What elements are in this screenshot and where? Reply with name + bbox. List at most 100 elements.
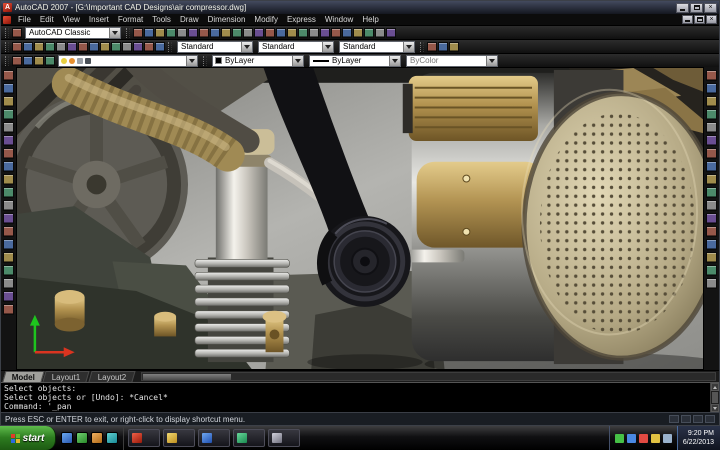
ellipse-icon[interactable] — [3, 187, 14, 198]
dimension-aligned-icon[interactable] — [23, 41, 33, 52]
make-block-icon[interactable] — [3, 226, 14, 237]
dimension-angular-icon[interactable] — [56, 41, 66, 52]
text-style-icon[interactable] — [427, 41, 437, 52]
command-window[interactable]: Select objects: Select objects or [Undo]:… — [1, 382, 719, 412]
taskbar-clock[interactable]: 9:20 PM 6/22/2013 — [676, 426, 720, 450]
make-object-layer-current-icon[interactable] — [34, 55, 44, 66]
color-dropdown-arrow[interactable] — [292, 55, 303, 66]
revision-cloud-icon[interactable] — [3, 161, 14, 172]
dimension-style-dropdown[interactable]: Standard — [258, 40, 334, 53]
point-icon[interactable] — [3, 239, 14, 250]
text-style-dropdown[interactable]: Standard — [177, 40, 253, 53]
extend-icon[interactable] — [706, 200, 717, 211]
status-toggle[interactable] — [669, 415, 679, 423]
dimension-text-edit-icon[interactable] — [144, 41, 154, 52]
command-scrollbar[interactable] — [710, 383, 719, 412]
tray-battery-icon[interactable] — [662, 433, 672, 443]
center-mark-icon[interactable] — [122, 41, 132, 52]
toolbar-grip[interactable] — [126, 27, 130, 38]
hatch-icon[interactable] — [3, 252, 14, 263]
table-icon[interactable] — [3, 291, 14, 302]
dimension-linear-icon[interactable] — [12, 41, 22, 52]
region-icon[interactable] — [3, 278, 14, 289]
taskbar-document-button[interactable] — [198, 429, 230, 447]
workspace-dropdown[interactable]: AutoCAD Classic — [25, 26, 121, 39]
toolbar-grip[interactable] — [5, 27, 9, 38]
tray-network-icon[interactable] — [626, 433, 636, 443]
arc-icon[interactable] — [3, 135, 14, 146]
menu-item[interactable]: View — [59, 15, 84, 24]
tolerance-icon[interactable] — [111, 41, 121, 52]
zoom-realtime-icon[interactable] — [287, 27, 297, 38]
dimension-edit-icon[interactable] — [133, 41, 143, 52]
linetype-dropdown-arrow[interactable] — [389, 55, 400, 66]
taskbar-messenger-button[interactable] — [233, 429, 265, 447]
color-dropdown[interactable]: ByLayer — [212, 54, 304, 67]
taskbar-explorer-button[interactable] — [268, 429, 300, 447]
scrollbar-thumb[interactable] — [143, 373, 232, 380]
status-toggle[interactable] — [693, 415, 703, 423]
cut-icon[interactable] — [199, 27, 209, 38]
toolbar-grip[interactable] — [168, 41, 172, 52]
drawing-viewport[interactable] — [16, 67, 704, 370]
quick-launch-explorer-icon[interactable] — [91, 432, 103, 444]
zoom-window-icon[interactable] — [298, 27, 308, 38]
layout-tab[interactable]: Model — [2, 371, 45, 382]
redo-icon[interactable] — [265, 27, 275, 38]
open-icon[interactable] — [144, 27, 154, 38]
copy-clip-icon[interactable] — [210, 27, 220, 38]
tray-antivirus-icon[interactable] — [614, 433, 624, 443]
insert-block-icon[interactable] — [3, 213, 14, 224]
menu-item[interactable]: File — [14, 15, 35, 24]
menu-item[interactable]: Insert — [85, 15, 113, 24]
layout-tab[interactable]: Layout1 — [42, 371, 91, 382]
tray-volume-icon[interactable] — [650, 433, 660, 443]
menu-item[interactable]: Tools — [148, 15, 175, 24]
ellipse-arc-icon[interactable] — [3, 200, 14, 211]
menu-item[interactable]: Help — [358, 15, 382, 24]
chamfer-icon[interactable] — [706, 252, 717, 263]
dimension-update-icon[interactable] — [155, 41, 165, 52]
tray-updates-icon[interactable] — [638, 433, 648, 443]
minimize-button[interactable] — [676, 2, 689, 13]
plot-icon[interactable] — [166, 27, 176, 38]
doc-restore-button[interactable] — [694, 15, 705, 24]
designcenter-icon[interactable] — [331, 27, 341, 38]
menu-item[interactable]: Format — [114, 15, 147, 24]
save-icon[interactable] — [155, 27, 165, 38]
menu-item[interactable]: Express — [283, 15, 320, 24]
start-button[interactable]: start — [0, 426, 56, 450]
join-icon[interactable] — [706, 239, 717, 250]
restore-button[interactable] — [690, 2, 703, 13]
scroll-up-button[interactable] — [711, 383, 719, 391]
publish-icon[interactable] — [188, 27, 198, 38]
dimension-diameter-icon[interactable] — [45, 41, 55, 52]
quick-launch-media-icon[interactable] — [106, 432, 118, 444]
undo-icon[interactable] — [254, 27, 264, 38]
plot-style-dropdown[interactable]: ByColor — [406, 54, 498, 67]
render-icon[interactable] — [438, 41, 448, 52]
dimension-style-dropdown-arrow[interactable] — [322, 41, 333, 52]
pan-realtime-icon[interactable] — [276, 27, 286, 38]
menu-item[interactable]: Modify — [250, 15, 282, 24]
menu-item[interactable]: Dimension — [204, 15, 250, 24]
scroll-down-button[interactable] — [711, 404, 719, 412]
toolbar-grip[interactable] — [5, 41, 9, 52]
quick-launch-desktop-icon[interactable] — [76, 432, 88, 444]
plot-preview-icon[interactable] — [177, 27, 187, 38]
close-button[interactable]: × — [704, 2, 717, 13]
quick-launch-browser-icon[interactable] — [61, 432, 73, 444]
status-toggle[interactable] — [681, 415, 691, 423]
layer-dropdown-arrow[interactable] — [186, 55, 197, 66]
gradient-icon[interactable] — [3, 265, 14, 276]
rectangle-icon[interactable] — [3, 122, 14, 133]
orbit-icon[interactable] — [449, 41, 459, 52]
plot-style-dropdown-arrow[interactable] — [486, 55, 497, 66]
menu-item[interactable]: Edit — [36, 15, 58, 24]
construction-line-icon[interactable] — [3, 83, 14, 94]
dimension-radius-icon[interactable] — [34, 41, 44, 52]
polygon-icon[interactable] — [3, 109, 14, 120]
polyline-icon[interactable] — [3, 96, 14, 107]
scale-icon[interactable] — [706, 161, 717, 172]
toolbar-grip[interactable] — [5, 55, 9, 66]
